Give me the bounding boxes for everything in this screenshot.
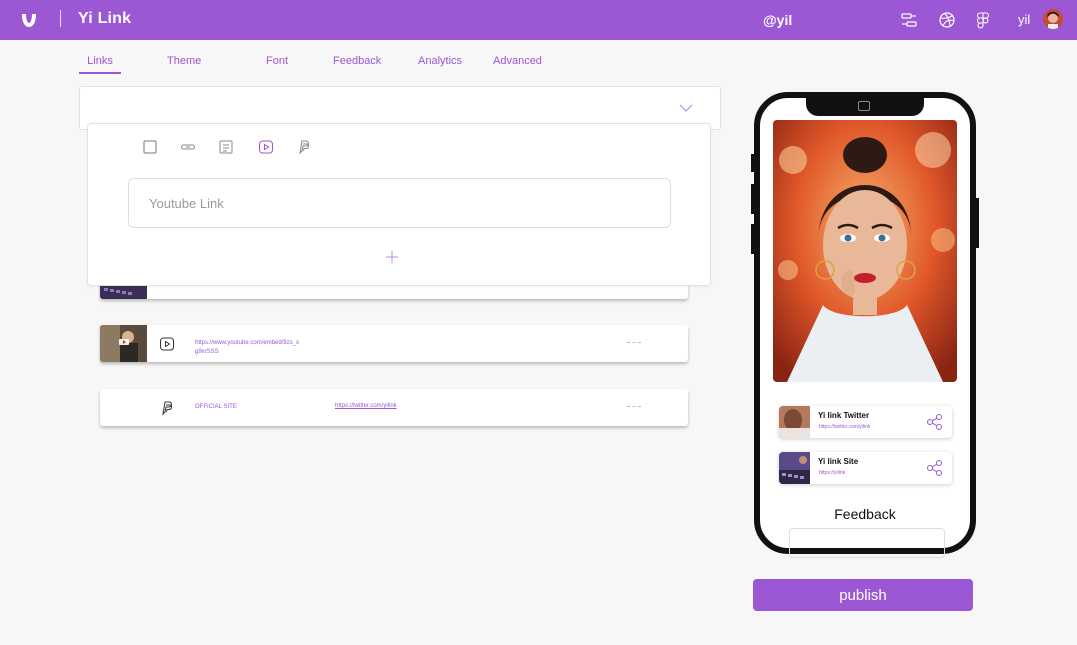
row-url[interactable]: https://twitter.com/yilink [335,403,397,409]
avatar[interactable] [1043,9,1063,29]
phone-side-button [751,184,755,214]
phone-preview: Yi link Twitter https://twitter.com/yili… [751,92,979,558]
card-url[interactable]: https://twitter.com/yilink [819,424,870,430]
row-title[interactable]: OFFICIAL SITE [195,403,237,412]
figma-icon[interactable] [974,11,992,29]
link-row[interactable]: OFFICIAL SITE https://twitter.com/yilink [100,389,688,426]
youtube-icon [160,337,174,351]
phone-side-button [751,154,755,172]
tab-theme[interactable]: Theme [167,55,201,67]
paypal-icon[interactable] [296,139,312,155]
user-name[interactable]: yil [1018,12,1030,27]
tab-font[interactable]: Font [266,55,288,67]
drag-handle[interactable] [627,342,641,344]
chevron-down-icon[interactable] [678,100,694,116]
publish-button[interactable]: publish [753,579,973,611]
feedback-input[interactable] [789,528,945,558]
tab-links[interactable]: Links [79,55,121,74]
link-row[interactable]: https://www.youtube.com/embed/9zs_x g9xr… [100,325,688,362]
profile-photo [773,120,957,382]
tab-feedback[interactable]: Feedback [333,55,381,67]
user-handle[interactable]: @yil [763,12,792,28]
dribbble-icon[interactable] [938,11,956,29]
phone-side-button [975,198,979,248]
paypal-icon [162,401,173,416]
tab-analytics[interactable]: Analytics [418,55,462,67]
row-thumbnail [100,325,147,362]
share-icon[interactable] [926,413,944,431]
phone-side-button [751,224,755,254]
square-icon[interactable] [142,139,158,155]
card-url[interactable]: https://yilink [819,470,845,476]
share-icon[interactable] [926,459,944,477]
youtube-link-input[interactable] [128,178,671,228]
layout-icon[interactable] [900,11,918,29]
text-icon[interactable] [218,139,234,155]
feedback-title: Feedback [834,506,896,522]
camera-icon [858,101,870,111]
preview-link-card[interactable]: Yi link Site https://yilink [779,452,952,484]
preview-link-card[interactable]: Yi link Twitter https://twitter.com/yili… [779,406,952,438]
card-thumbnail [779,452,810,484]
add-icon[interactable] [385,250,399,264]
drag-handle[interactable] [627,406,641,408]
card-thumbnail [779,406,810,438]
phone-notch [806,96,924,116]
card-title: Yi link Site [818,457,859,466]
row-link-text[interactable]: https://www.youtube.com/embed/9zs_x g9xr… [195,339,299,357]
add-link-panel [87,123,711,286]
tab-advanced[interactable]: Advanced [493,55,542,67]
top-bar: Yi Link @yil yil [0,0,1077,40]
logo-icon[interactable] [19,10,39,30]
card-title: Yi link Twitter [818,411,870,420]
header-divider [60,10,61,27]
app-title: Yi Link [78,10,132,27]
link-icon[interactable] [180,139,196,155]
youtube-icon[interactable] [258,139,274,155]
